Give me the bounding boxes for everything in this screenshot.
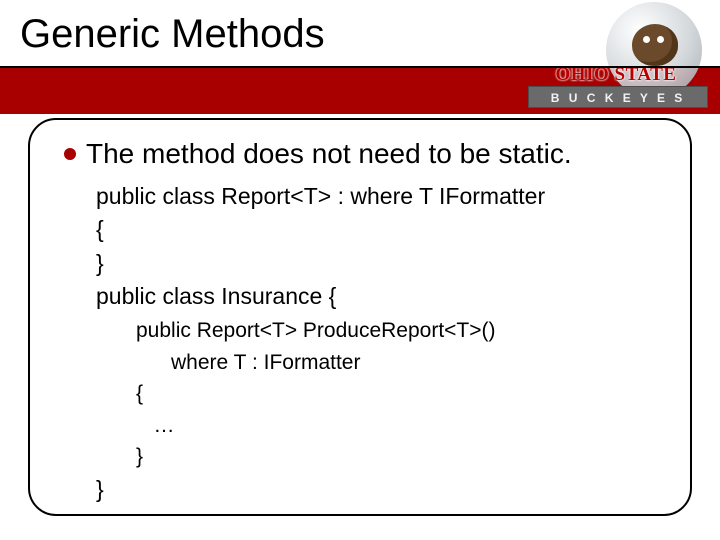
code-line: } — [96, 250, 104, 276]
slide-title: Generic Methods — [20, 12, 325, 57]
slide: Generic Methods OHIO STATE B U C K E Y E… — [0, 0, 720, 540]
code-line: { — [136, 382, 143, 405]
ohio-state-logo: OHIO STATE B U C K E Y E S — [528, 2, 708, 122]
brutus-head-icon — [632, 24, 678, 66]
code-block-outer-close: } — [96, 473, 668, 506]
code-block-inner: public Report<T> ProduceReport<T>() wher… — [136, 315, 668, 473]
title-underline — [0, 66, 720, 68]
code-line: … — [136, 414, 175, 437]
content-card: The method does not need to be static. p… — [28, 118, 692, 516]
code-line: public class Report<T> : where T IFormat… — [96, 183, 545, 209]
code-line: } — [136, 445, 143, 468]
code-line: public Report<T> ProduceReport<T>() — [136, 319, 496, 342]
bullet-dot-icon — [64, 148, 76, 160]
code-line: { — [96, 216, 104, 242]
logo-buckeyes-plate: B U C K E Y E S — [528, 86, 708, 108]
code-line: public class Insurance { — [96, 283, 336, 309]
code-line: where T : IFormatter — [136, 351, 360, 374]
bullet-item: The method does not need to be static. — [64, 138, 668, 170]
brutus-eye-icon — [657, 36, 664, 43]
brutus-eye-icon — [643, 36, 650, 43]
bullet-text: The method does not need to be static. — [86, 138, 572, 169]
code-line: } — [96, 476, 104, 502]
code-block-outer: public class Report<T> : where T IFormat… — [96, 180, 668, 313]
